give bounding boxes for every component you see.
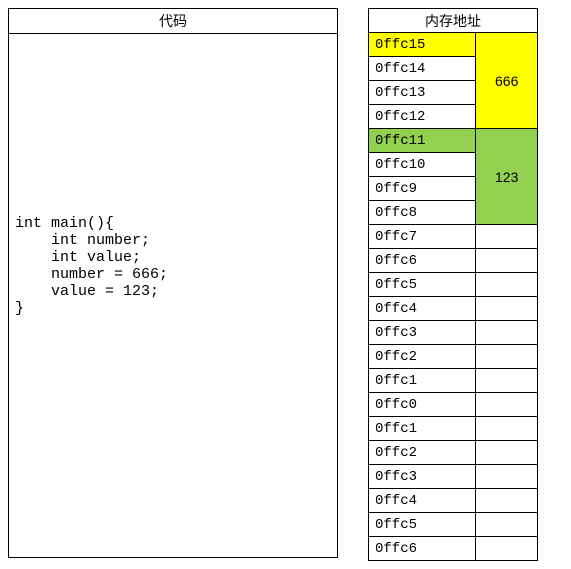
memory-header: 内存地址: [369, 9, 538, 33]
code-lines: int main(){ int number; int value; numbe…: [15, 215, 168, 317]
memory-address-cell: 0ffc6: [369, 249, 476, 273]
memory-address-cell: 0ffc3: [369, 465, 476, 489]
memory-address-cell: 0ffc14: [369, 57, 476, 81]
memory-address-cell: 0ffc11: [369, 129, 476, 153]
memory-table: 内存地址 0ffc156660ffc140ffc130ffc120ffc1112…: [368, 8, 538, 561]
memory-empty-cell: [476, 465, 538, 489]
memory-address-cell: 0ffc13: [369, 81, 476, 105]
code-box: 代码 int main(){ int number; int value; nu…: [8, 8, 338, 558]
memory-address-cell: 0ffc8: [369, 201, 476, 225]
memory-address-cell: 0ffc0: [369, 393, 476, 417]
memory-address-cell: 0ffc3: [369, 321, 476, 345]
memory-address-cell: 0ffc12: [369, 105, 476, 129]
diagram-layout: 代码 int main(){ int number; int value; nu…: [8, 8, 563, 561]
memory-address-cell: 0ffc10: [369, 153, 476, 177]
memory-empty-cell: [476, 249, 538, 273]
memory-empty-cell: [476, 393, 538, 417]
memory-value-cell: 666: [476, 33, 538, 129]
memory-empty-cell: [476, 273, 538, 297]
code-body: int main(){ int number; int value; numbe…: [9, 34, 337, 557]
memory-empty-cell: [476, 345, 538, 369]
memory-empty-cell: [476, 489, 538, 513]
memory-address-cell: 0ffc2: [369, 345, 476, 369]
memory-address-cell: 0ffc5: [369, 513, 476, 537]
memory-address-cell: 0ffc2: [369, 441, 476, 465]
memory-address-cell: 0ffc9: [369, 177, 476, 201]
memory-empty-cell: [476, 321, 538, 345]
memory-empty-cell: [476, 513, 538, 537]
memory-body: 0ffc156660ffc140ffc130ffc120ffc111230ffc…: [369, 33, 538, 561]
memory-column: 内存地址 0ffc156660ffc140ffc130ffc120ffc1112…: [368, 8, 538, 561]
memory-address-cell: 0ffc15: [369, 33, 476, 57]
code-column: 代码 int main(){ int number; int value; nu…: [8, 8, 338, 561]
memory-empty-cell: [476, 369, 538, 393]
memory-address-cell: 0ffc1: [369, 417, 476, 441]
memory-empty-cell: [476, 441, 538, 465]
memory-empty-cell: [476, 225, 538, 249]
memory-address-cell: 0ffc6: [369, 537, 476, 561]
memory-address-cell: 0ffc5: [369, 273, 476, 297]
memory-empty-cell: [476, 297, 538, 321]
memory-address-cell: 0ffc4: [369, 489, 476, 513]
memory-address-cell: 0ffc4: [369, 297, 476, 321]
memory-empty-cell: [476, 417, 538, 441]
memory-value-cell: 123: [476, 129, 538, 225]
memory-address-cell: 0ffc1: [369, 369, 476, 393]
memory-empty-cell: [476, 537, 538, 561]
code-header: 代码: [9, 9, 337, 34]
memory-address-cell: 0ffc7: [369, 225, 476, 249]
